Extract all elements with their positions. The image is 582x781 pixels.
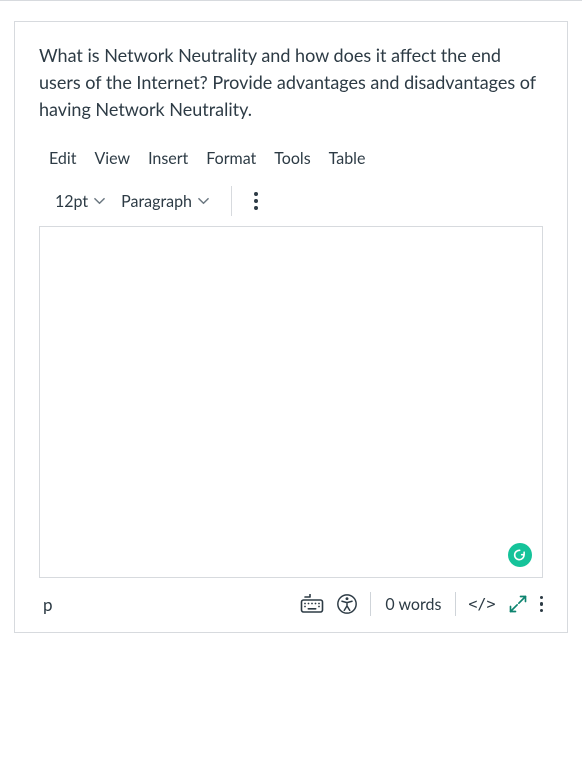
blocktype-dropdown[interactable]: Paragraph	[121, 192, 215, 211]
chevron-down-icon	[198, 197, 209, 205]
menu-table[interactable]: Table	[329, 149, 366, 168]
fullscreen-icon[interactable]	[508, 594, 528, 614]
fontsize-label: 12pt	[55, 192, 88, 211]
status-more-button[interactable]	[540, 596, 544, 613]
editor-statusbar: p	[39, 578, 543, 618]
menu-edit[interactable]: Edit	[49, 149, 76, 168]
editor-menubar: Edit View Insert Format Tools Table	[39, 149, 543, 168]
editor-content-area[interactable]	[39, 226, 543, 578]
status-separator	[370, 592, 371, 616]
menu-format[interactable]: Format	[206, 149, 256, 168]
editor-toolbar: 12pt Paragraph	[39, 186, 543, 216]
menu-insert[interactable]: Insert	[148, 149, 188, 168]
keyboard-icon[interactable]	[300, 594, 324, 614]
accessibility-icon[interactable]	[336, 593, 358, 615]
question-prompt: What is Network Neutrality and how does …	[39, 42, 543, 123]
status-separator	[455, 592, 456, 616]
html-view-button[interactable]: </>	[468, 595, 495, 613]
question-card: What is Network Neutrality and how does …	[14, 21, 568, 633]
blocktype-label: Paragraph	[121, 192, 192, 211]
more-options-button[interactable]	[248, 186, 264, 216]
toolbar-separator	[231, 186, 232, 216]
element-path[interactable]: p	[39, 594, 53, 615]
word-count[interactable]: 0 words	[383, 595, 443, 614]
menu-view[interactable]: View	[94, 149, 130, 168]
question-container: What is Network Neutrality and how does …	[0, 0, 582, 781]
menu-tools[interactable]: Tools	[274, 149, 310, 168]
fontsize-dropdown[interactable]: 12pt	[55, 192, 111, 211]
grammarly-icon[interactable]	[508, 543, 532, 567]
chevron-down-icon	[94, 197, 105, 205]
